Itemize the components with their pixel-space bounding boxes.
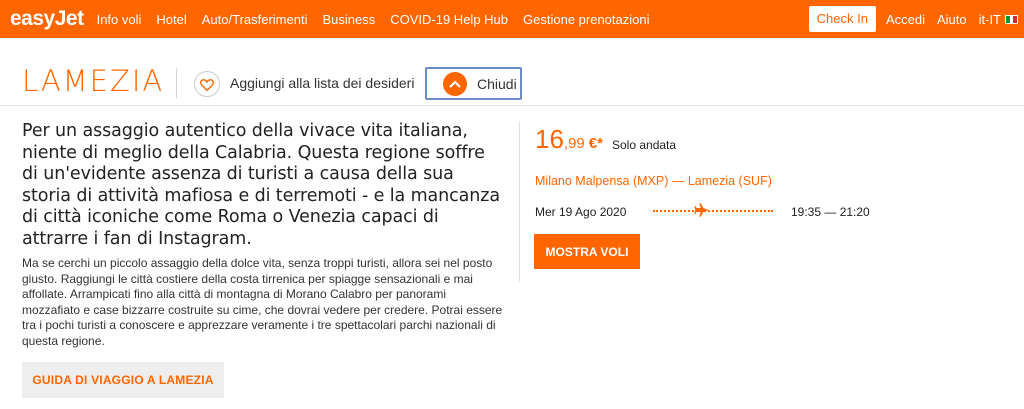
easyjet-logo[interactable]: easyJet [10,7,84,31]
trip-type: Solo andata [612,138,677,152]
show-flights-button[interactable]: MOSTRA VOLI [534,234,640,269]
nav-gestione-prenotazioni[interactable]: Gestione prenotazioni [523,12,649,27]
price-integer: 16 [535,124,564,154]
login-link[interactable]: Accedi [886,12,925,27]
help-link[interactable]: Aiuto [937,12,967,27]
airplane-icon [694,203,709,217]
flight-price: 16,99 €* [535,124,603,155]
close-label: Chiudi [477,75,517,92]
nav-info-voli[interactable]: Info voli [97,12,142,27]
heart-icon [200,78,214,91]
chevron-up-icon [443,71,467,96]
wishlist-button[interactable] [194,71,220,97]
account-nav: Check In Accedi Aiuto it-IT [808,0,1024,38]
nav-auto-trasferimenti[interactable]: Auto/Trasferimenti [202,12,308,27]
main-nav: Info voli Hotel Auto/Trasferimenti Busin… [97,12,665,27]
flight-times: 19:35 — 21:20 [791,205,870,219]
destination-header: LAMEZIA Aggiungi alla lista dei desideri… [0,38,1024,106]
nav-business[interactable]: Business [322,12,375,27]
flight-date: Mer 19 Ago 2020 [535,205,627,219]
check-in-button[interactable]: Check In [808,6,876,32]
travel-guide-button[interactable]: GUIDA DI VIAGGIO A LAMEZIA [22,362,224,398]
language-selector[interactable]: it-IT [979,12,1018,27]
flight-path-line [653,210,773,212]
price-decimals: ,99 [563,135,585,152]
destination-title: LAMEZIA [22,64,165,98]
destination-lead-text: Per un assaggio autentico della vivace v… [22,121,501,249]
italy-flag-icon [1005,14,1018,24]
language-label: it-IT [978,11,1001,27]
close-button[interactable]: Chiudi [425,67,522,100]
card-divider [519,122,520,282]
price-currency: €* [588,135,603,152]
header-divider [176,68,177,98]
flight-route: Milano Malpensa (MXP) — Lamezia (SUF) [535,174,772,188]
wishlist-label[interactable]: Aggiungi alla lista dei desideri [230,75,414,91]
nav-covid-help-hub[interactable]: COVID-19 Help Hub [390,12,508,27]
destination-body-text: Ma se cerchi un piccolo assaggio della d… [22,256,503,348]
top-navigation-bar: easyJet Info voli Hotel Auto/Trasferimen… [0,0,1024,38]
nav-hotel[interactable]: Hotel [156,12,186,27]
